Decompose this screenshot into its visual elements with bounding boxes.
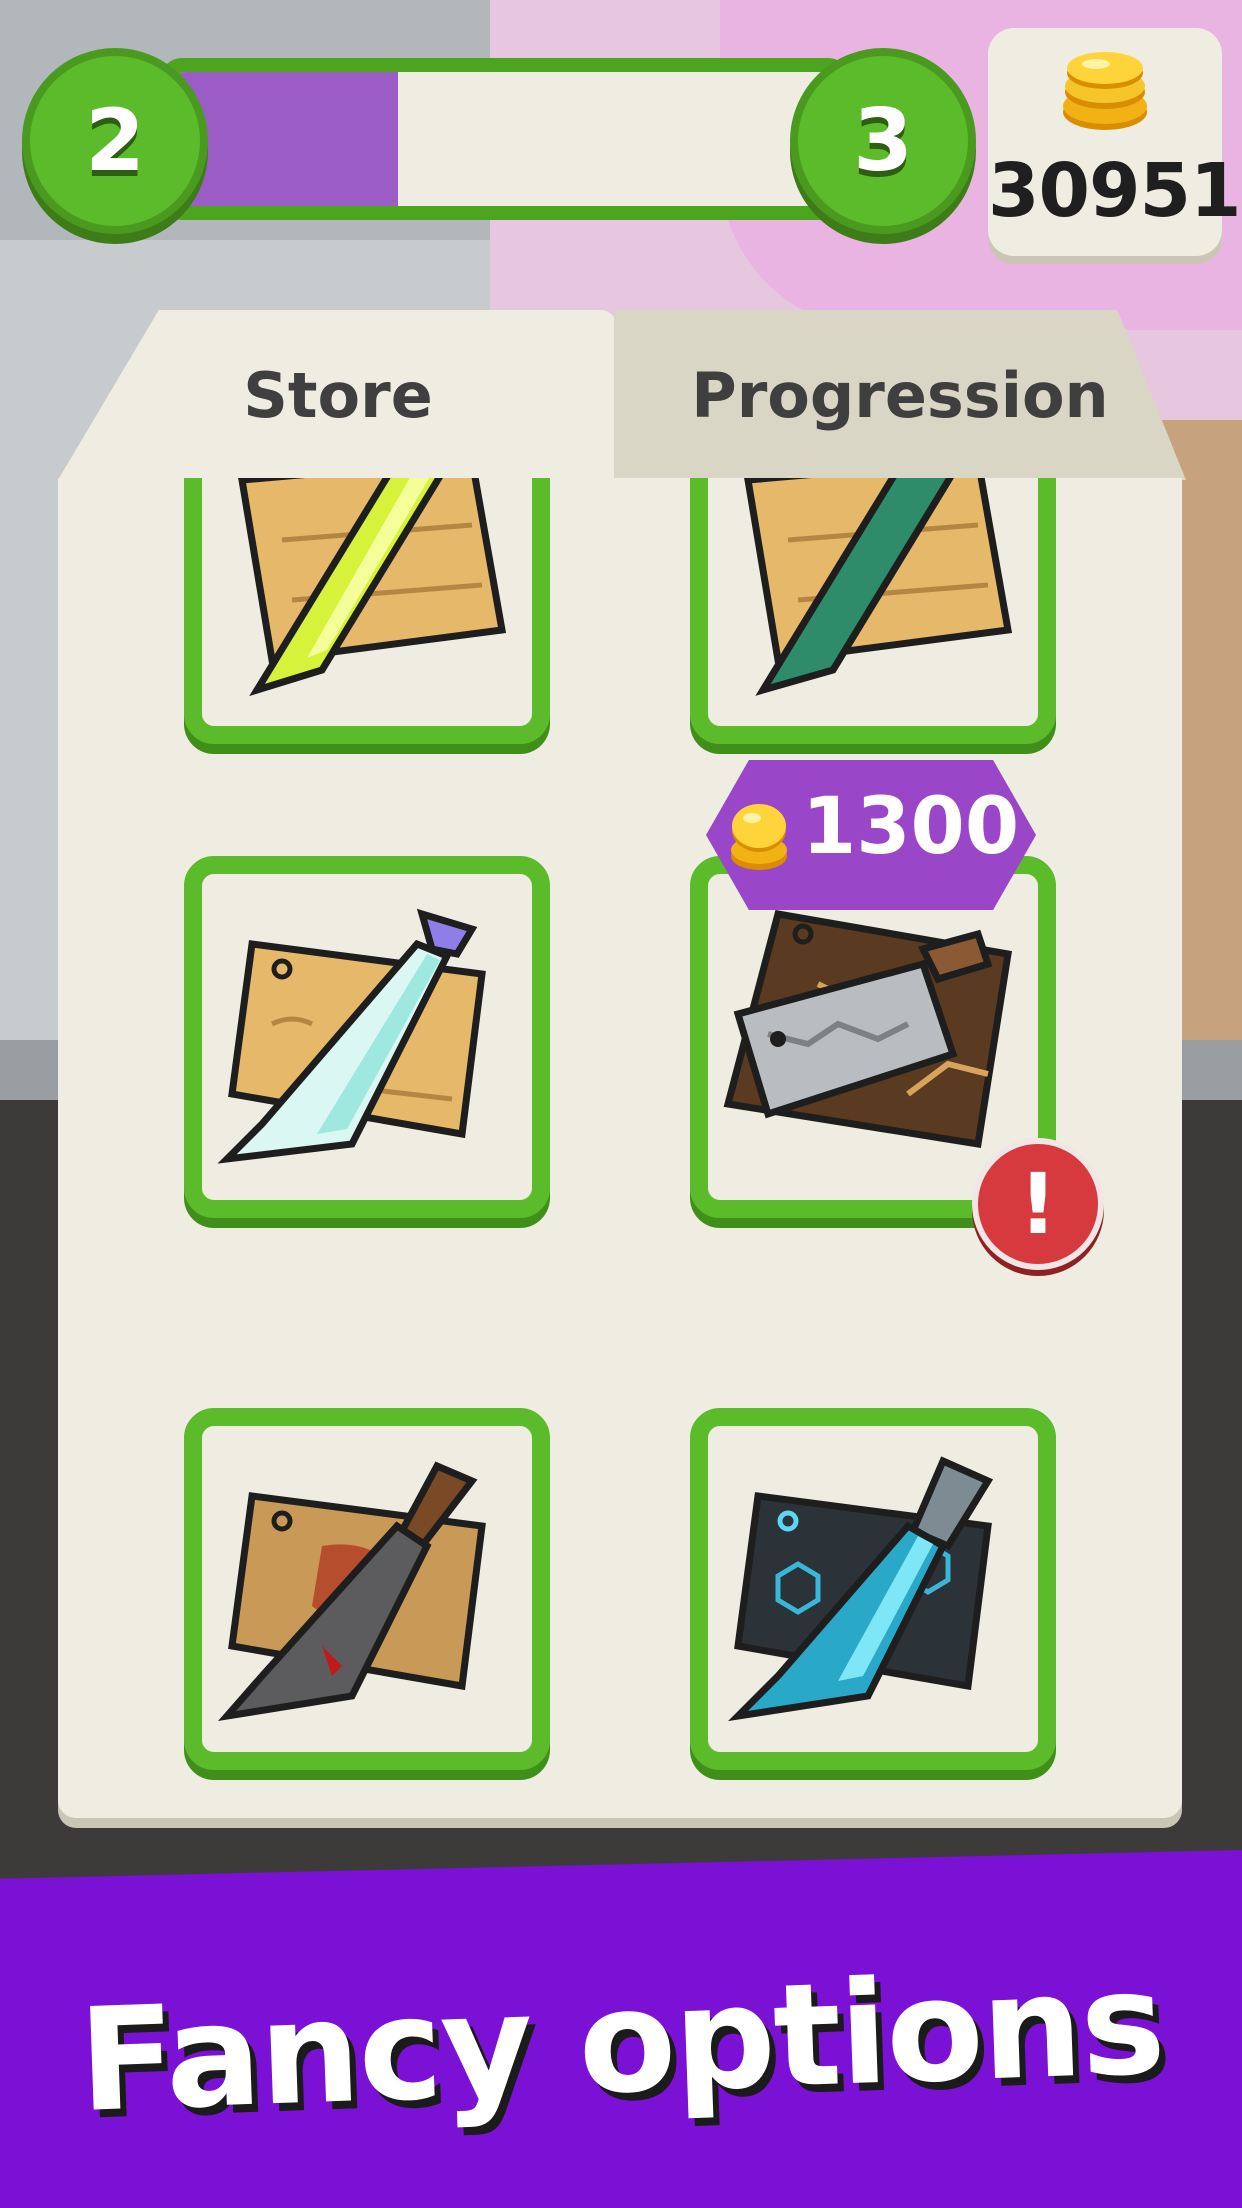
store-item-ice-blade[interactable] xyxy=(184,856,550,1218)
coin-icon xyxy=(731,804,787,870)
current-level-badge: 2 xyxy=(22,48,208,234)
lime-knife-board-icon xyxy=(238,478,507,697)
bloody-knife-board-icon xyxy=(217,1461,486,1721)
store-item-hex-blue-knife[interactable] xyxy=(690,1408,1056,1770)
coin-stack-icon xyxy=(1063,52,1147,130)
alert-icon: ! xyxy=(972,1138,1104,1270)
price-badge[interactable]: 1300 xyxy=(706,760,1036,910)
tab-progression[interactable]: Progression xyxy=(614,310,1186,480)
ice-blade-board-icon xyxy=(217,908,486,1164)
hex-blue-knife-board-icon xyxy=(727,1456,994,1722)
coin-count: 30951 xyxy=(988,148,1241,234)
steel-cleaver-board-icon xyxy=(723,910,1012,1149)
store-item-teal-knife[interactable] xyxy=(690,478,1056,744)
next-level-badge: 3 xyxy=(790,48,976,234)
level-progress-track xyxy=(172,72,838,206)
price-value: 1300 xyxy=(802,782,1020,872)
store-item-bloody-knife[interactable] xyxy=(184,1408,550,1770)
store-item-lime-knife[interactable] xyxy=(184,478,550,744)
teal-knife-board-icon xyxy=(744,478,1013,696)
coin-counter: 30951 xyxy=(988,28,1241,256)
